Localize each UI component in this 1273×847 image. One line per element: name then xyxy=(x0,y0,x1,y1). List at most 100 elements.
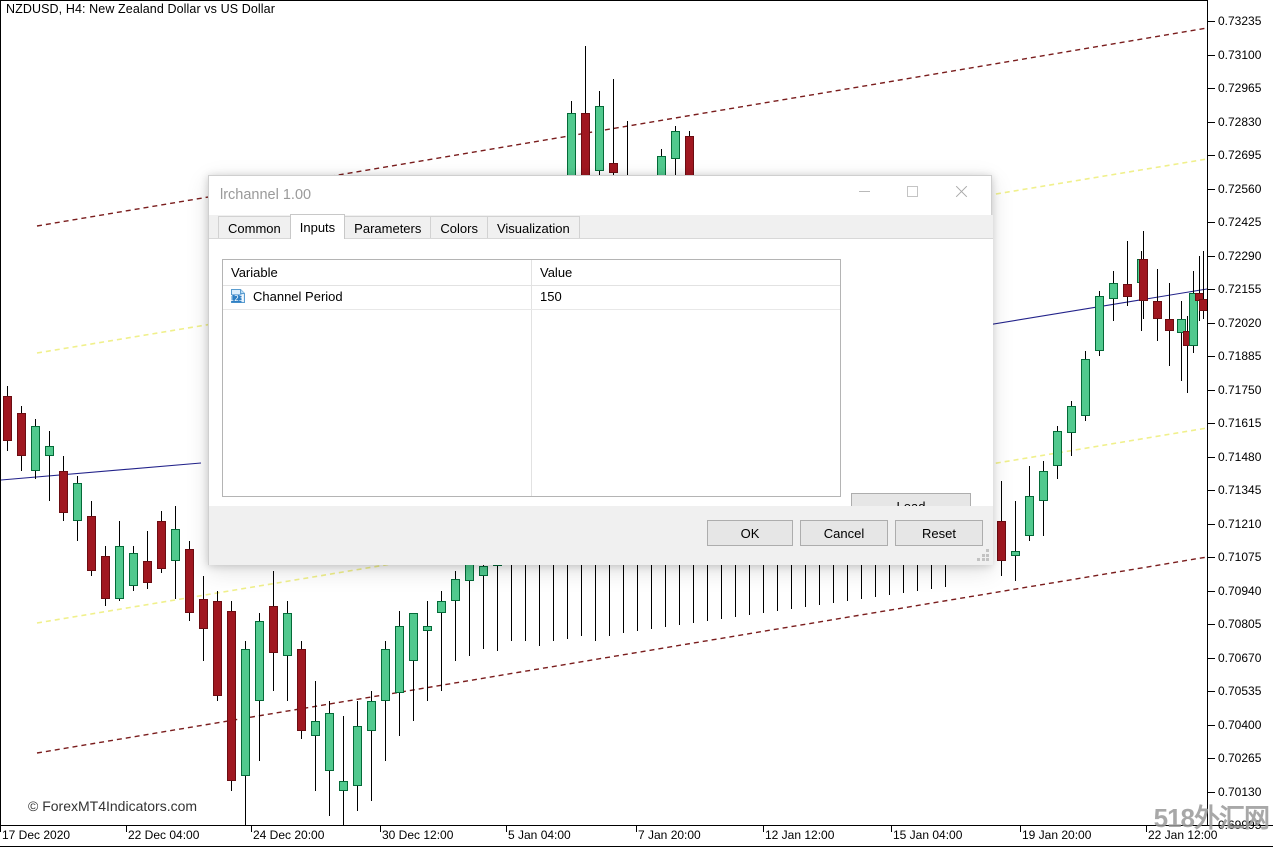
candle-body xyxy=(1081,359,1090,416)
candle-body xyxy=(1067,406,1076,433)
minimize-button[interactable] xyxy=(841,176,887,207)
price-axis-label: 0.70805 xyxy=(1218,617,1262,631)
reset-button[interactable]: Reset xyxy=(895,520,983,546)
candle-body xyxy=(395,626,404,693)
price-axis-label: 0.72695 xyxy=(1218,148,1262,162)
time-axis-label: 22 Dec 04:00 xyxy=(128,828,200,842)
table-row[interactable]: 123 Channel Period 150 xyxy=(223,286,840,310)
price-axis-label: 0.72560 xyxy=(1218,181,1262,196)
candle-body xyxy=(185,549,194,613)
time-axis-label: 24 Dec 20:00 xyxy=(253,828,325,842)
price-axis-label: 0.70265 xyxy=(1218,751,1262,765)
candle-wick xyxy=(1181,301,1182,381)
price-axis-label: 0.71750 xyxy=(1218,382,1262,397)
price-tick xyxy=(1208,624,1215,625)
price-axis-label: 0.70670 xyxy=(1218,650,1262,665)
inputs-grid[interactable]: Variable Value 123 Channel Period 150 xyxy=(222,259,841,497)
grid-row-divider xyxy=(223,309,840,310)
candle-body xyxy=(17,413,26,456)
candle-body xyxy=(1095,296,1104,351)
time-axis-label: 17 Dec 2020 xyxy=(2,828,71,842)
price-axis-label: 0.70940 xyxy=(1218,583,1262,598)
time-tick xyxy=(0,826,1,832)
candle-body xyxy=(997,521,1006,561)
integer-123-icon: 123 xyxy=(230,289,245,303)
candle-body xyxy=(479,566,488,576)
candle-body xyxy=(367,701,376,731)
price-tick xyxy=(1208,657,1215,659)
price-axis-label: 0.73100 xyxy=(1218,47,1262,62)
candle-body xyxy=(73,483,82,521)
candle-body xyxy=(101,556,110,599)
candle-body xyxy=(31,426,40,471)
price-tick xyxy=(1208,389,1215,391)
dialog-titlebar[interactable]: lrchannel 1.00 xyxy=(209,176,991,215)
candle-body xyxy=(1039,471,1048,501)
candle-body xyxy=(339,781,348,791)
candle-body xyxy=(1123,284,1132,297)
candle-wick xyxy=(315,681,316,791)
candle-body xyxy=(1011,551,1020,556)
cell-variable-value[interactable]: 150 xyxy=(540,289,562,304)
close-button[interactable] xyxy=(937,176,983,207)
price-tick xyxy=(1208,423,1215,424)
close-icon xyxy=(954,185,967,198)
tab-parameters[interactable]: Parameters xyxy=(344,216,432,239)
candle-wick xyxy=(427,601,428,701)
time-tick xyxy=(506,826,507,832)
price-axis-label: 0.72965 xyxy=(1218,81,1262,95)
candle-wick xyxy=(497,556,498,651)
maximize-button[interactable] xyxy=(889,176,935,207)
indicator-properties-dialog[interactable]: lrchannel 1.00 Common Inputs Parameters Col… xyxy=(208,175,993,565)
tab-colors[interactable]: Colors xyxy=(430,216,488,239)
dialog-footer: OK Cancel Reset xyxy=(209,506,993,565)
price-axis-label: 0.72290 xyxy=(1218,248,1262,263)
candle-body xyxy=(87,516,96,571)
price-tick xyxy=(1208,322,1215,324)
column-header-value: Value xyxy=(540,265,573,280)
time-axis-label: 12 Jan 12:00 xyxy=(765,828,835,842)
tab-inputs[interactable]: Inputs xyxy=(289,214,346,239)
price-axis-label: 0.72830 xyxy=(1218,114,1262,129)
time-axis-label: 15 Jan 04:00 xyxy=(893,828,963,842)
candle-body xyxy=(353,726,362,786)
dialog-tabstrip: Common Inputs Parameters Colors Visualizatio… xyxy=(209,214,993,239)
price-tick xyxy=(1208,88,1215,89)
tab-visualization[interactable]: Visualization xyxy=(486,216,580,239)
price-tick xyxy=(1208,791,1215,793)
time-tick xyxy=(891,826,892,832)
cancel-button[interactable]: Cancel xyxy=(800,520,888,546)
time-tick xyxy=(1146,826,1147,832)
price-axis-label: 0.72425 xyxy=(1218,215,1262,229)
price-axis-label: 0.72155 xyxy=(1218,282,1262,296)
resize-grip[interactable] xyxy=(977,549,990,562)
price-axis-label: 0.71075 xyxy=(1218,550,1262,564)
price-tick xyxy=(1208,188,1215,190)
watermark-label: 518外汇网 xyxy=(1153,803,1270,833)
candle-body xyxy=(227,611,236,781)
time-tick xyxy=(636,826,637,832)
candle-body xyxy=(269,606,278,653)
price-tick xyxy=(1208,590,1215,592)
tab-common[interactable]: Common xyxy=(218,216,291,239)
candle-wick xyxy=(1187,316,1188,393)
price-tick xyxy=(1208,289,1215,290)
candle-body xyxy=(157,521,166,569)
candle-body xyxy=(59,471,68,513)
column-header-variable: Variable xyxy=(231,265,278,280)
candle-body xyxy=(451,579,460,601)
price-axis-label: 0.71615 xyxy=(1218,416,1262,430)
candle-wick xyxy=(49,431,50,501)
candle-body xyxy=(381,649,390,701)
maximize-icon xyxy=(906,186,918,197)
price-axis-label: 0.73235 xyxy=(1218,14,1262,28)
price-tick xyxy=(1208,255,1215,257)
price-tick xyxy=(1208,21,1215,22)
candle-wick xyxy=(1015,501,1016,581)
price-axis-label: 0.71480 xyxy=(1218,449,1262,464)
ok-button[interactable]: OK xyxy=(707,520,793,546)
price-axis-label: 0.71885 xyxy=(1218,349,1262,363)
price-tick xyxy=(1208,490,1215,491)
candle-body xyxy=(255,621,264,701)
price-axis-label: 0.70535 xyxy=(1218,684,1262,698)
